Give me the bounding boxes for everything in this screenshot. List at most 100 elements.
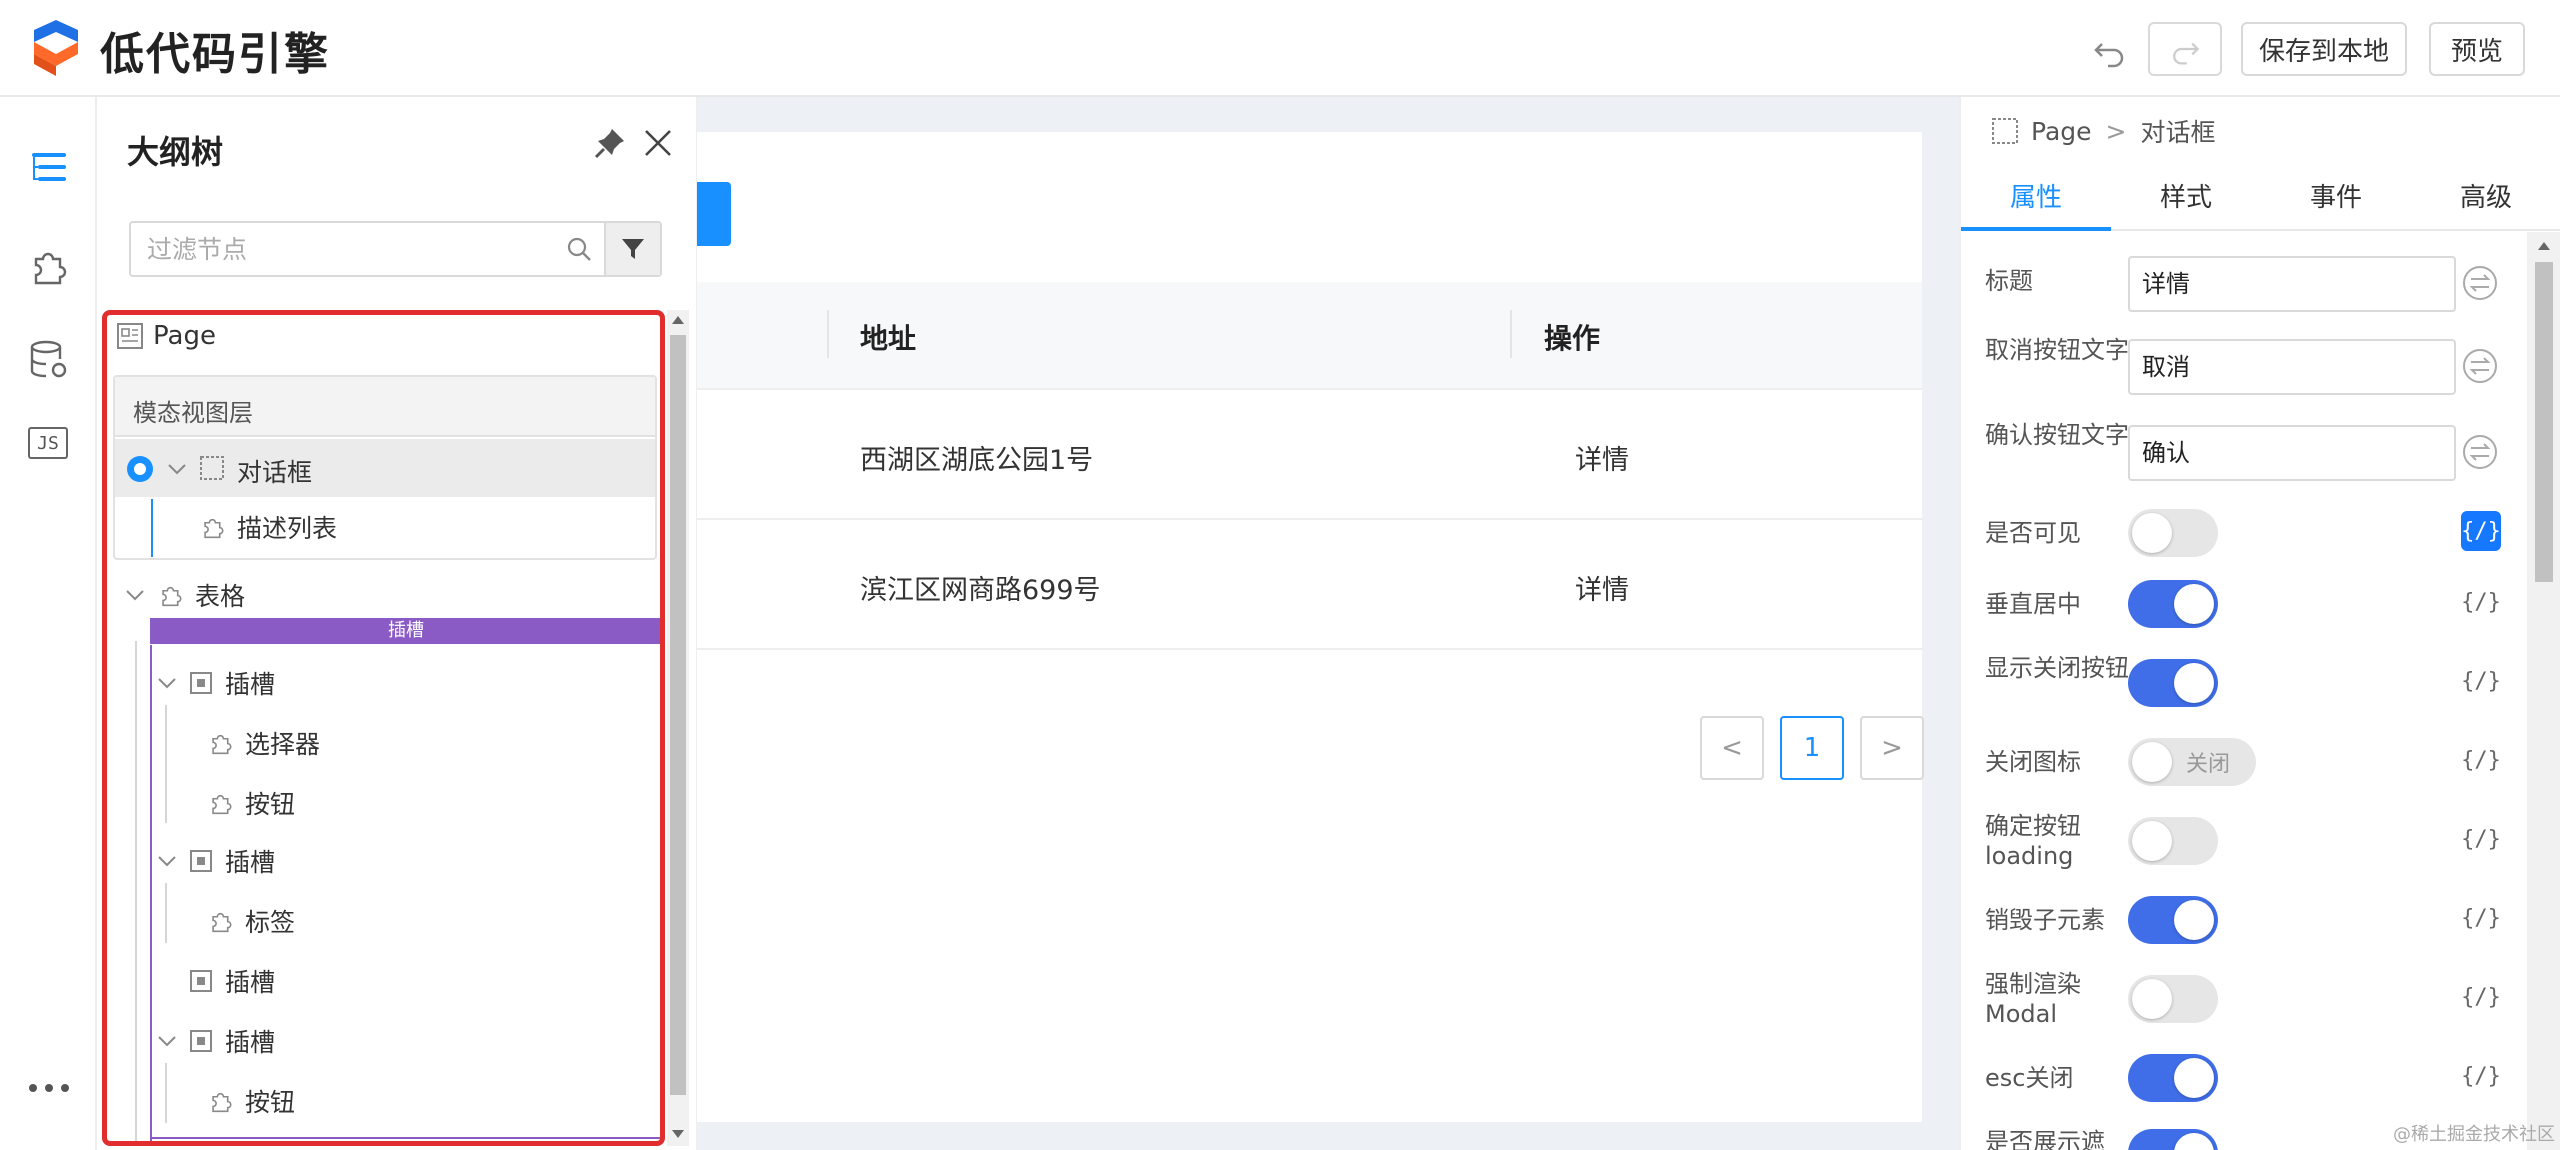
chevron-down-icon[interactable] [167,459,187,479]
esc-close-switch[interactable] [2128,1054,2218,1102]
pagination-page-1[interactable]: 1 [1780,716,1844,780]
tree-guide-line [135,641,137,1141]
tree-node-label: 按钮 [245,790,296,819]
tree-node-tag[interactable]: 标签 [207,903,295,939]
pagination-prev-button[interactable]: < [1700,716,1764,780]
cell-address: 滨江区网商路699号 [860,575,1101,606]
scroll-thumb[interactable] [670,335,686,1095]
tree-node-slot[interactable]: 插槽 [157,1023,275,1059]
design-canvas: 地址 操作 西湖区湖底公园1号 详情 滨江区网商路699号 详情 < 1 > [697,97,1959,1150]
component-icon[interactable] [26,243,72,289]
tree-guide-line [165,1063,167,1123]
scroll-down-icon[interactable] [671,1128,685,1140]
variable-bind-icon[interactable] [2461,433,2499,471]
close-icon-switch[interactable]: 关闭 [2128,738,2256,786]
visible-switch[interactable] [2128,509,2218,557]
chevron-down-icon[interactable] [157,851,177,871]
datasource-icon[interactable] [26,337,72,383]
outline-tree-icon[interactable] [26,145,72,191]
prop-label-close-icon: 关闭图标 [1985,748,2081,776]
tree-node-selector[interactable]: 选择器 [207,725,320,761]
column-header-action: 操作 [1544,322,1601,355]
tab-advanced[interactable]: 高级 [2411,177,2560,214]
tree-node-page[interactable]: Page [115,321,216,351]
code-bind-button[interactable]: {/} [2461,819,2501,859]
outline-panel: 大纲树 Page 模态视图层 对话框 [97,97,697,1150]
cell-action-link[interactable]: 详情 [1575,438,1629,477]
title-input[interactable]: 详情 [2128,256,2456,312]
radio-selected-icon[interactable] [125,454,155,484]
pin-icon[interactable] [592,125,628,161]
code-bind-button[interactable]: {/} [2461,740,2501,780]
code-bind-button[interactable]: {/} [2461,661,2501,701]
tree-node-dialog[interactable]: 对话框 [115,439,655,497]
chevron-down-icon[interactable] [125,585,145,605]
cell-action-link[interactable]: 详情 [1575,568,1629,607]
prop-label-closable: 显示关闭按钮 [1985,654,2129,682]
tree-node-table[interactable]: 表格 [125,577,245,613]
cancel-text-input[interactable]: 取消 [2128,339,2456,395]
chevron-down-icon[interactable] [157,673,177,693]
pagination-next-button[interactable]: > [1860,716,1924,780]
variable-bind-icon[interactable] [2461,347,2499,385]
outline-scrollbar[interactable] [667,310,689,1146]
table-row: 滨江区网商路699号 详情 [697,520,1922,650]
destroy-switch[interactable] [2128,896,2218,944]
preview-button[interactable]: 预览 [2429,22,2525,76]
scroll-thumb[interactable] [2535,262,2553,582]
settings-scrollbar[interactable] [2527,232,2560,1150]
close-icon[interactable] [640,125,676,161]
more-icon[interactable] [26,1081,72,1095]
tree-node-slot[interactable]: 插槽 [157,665,275,701]
chevron-down-icon[interactable] [157,1031,177,1051]
undo-icon[interactable] [2090,30,2130,70]
tree-node-label: 插槽 [225,848,276,877]
prop-label-force-render: 强制渲染Modal [1985,970,2081,1028]
cell-address: 西湖区湖底公园1号 [860,445,1094,476]
top-header: 低代码引擎 保存到本地 预览 [0,0,2560,97]
tree-node-label: 描述列表 [237,514,338,543]
ok-loading-switch[interactable] [2128,817,2218,865]
scroll-up-icon[interactable] [671,314,685,326]
save-local-button[interactable]: 保存到本地 [2241,22,2407,76]
switch-knob [2174,900,2214,940]
redo-button[interactable] [2148,22,2222,76]
js-icon[interactable]: JS [28,427,68,459]
outline-tree: Page 模态视图层 对话框 描述列表 表格 插槽 插槽 选择器 按钮 插槽 标… [102,310,665,1146]
centered-switch[interactable] [2128,580,2218,628]
tab-events[interactable]: 事件 [2261,177,2411,214]
outline-title: 大纲树 [127,133,224,171]
search-icon[interactable] [554,223,604,275]
filter-input[interactable] [131,223,554,275]
tree-node-desc-list[interactable]: 描述列表 [199,509,337,545]
ok-text-input[interactable]: 确认 [2128,425,2456,481]
tab-style[interactable]: 样式 [2111,177,2261,214]
settings-panel: Page > 对话框 属性 样式 事件 高级 标题 详情 取消按钮文字 取消 确… [1959,97,2560,1150]
code-bind-button[interactable]: {/} [2461,511,2501,551]
tab-properties[interactable]: 属性 [1961,177,2111,214]
tree-node-slot[interactable]: 插槽 [157,843,275,879]
scroll-up-icon[interactable] [2537,240,2551,252]
tree-node-button[interactable]: 按钮 [207,785,295,821]
breadcrumb-root[interactable]: Page [2031,117,2092,146]
code-bind-button[interactable]: {/} [2461,977,2501,1017]
switch-knob [2174,1133,2214,1150]
closable-switch[interactable] [2128,659,2218,707]
primary-button-partial[interactable] [697,182,731,246]
tree-node-label: 标签 [245,908,296,937]
switch-knob [2132,513,2172,553]
prop-label-destroy: 销毁子元素 [1985,906,2105,934]
tree-node-slot[interactable]: 插槽 [189,963,275,999]
code-bind-button[interactable]: {/} [2461,898,2501,938]
code-bind-button[interactable]: {/} [2461,1056,2501,1096]
component-icon [212,912,232,933]
force-render-switch[interactable] [2128,975,2218,1023]
variable-bind-icon[interactable] [2461,264,2499,302]
filter-button[interactable] [604,223,660,275]
tree-node-label: 插槽 [225,670,276,699]
tree-node-button[interactable]: 按钮 [207,1083,295,1119]
show-mask-switch[interactable] [2128,1129,2218,1150]
js-icon-label: JS [37,432,59,454]
logo-icon [34,20,78,76]
code-bind-button[interactable]: {/} [2461,582,2501,622]
